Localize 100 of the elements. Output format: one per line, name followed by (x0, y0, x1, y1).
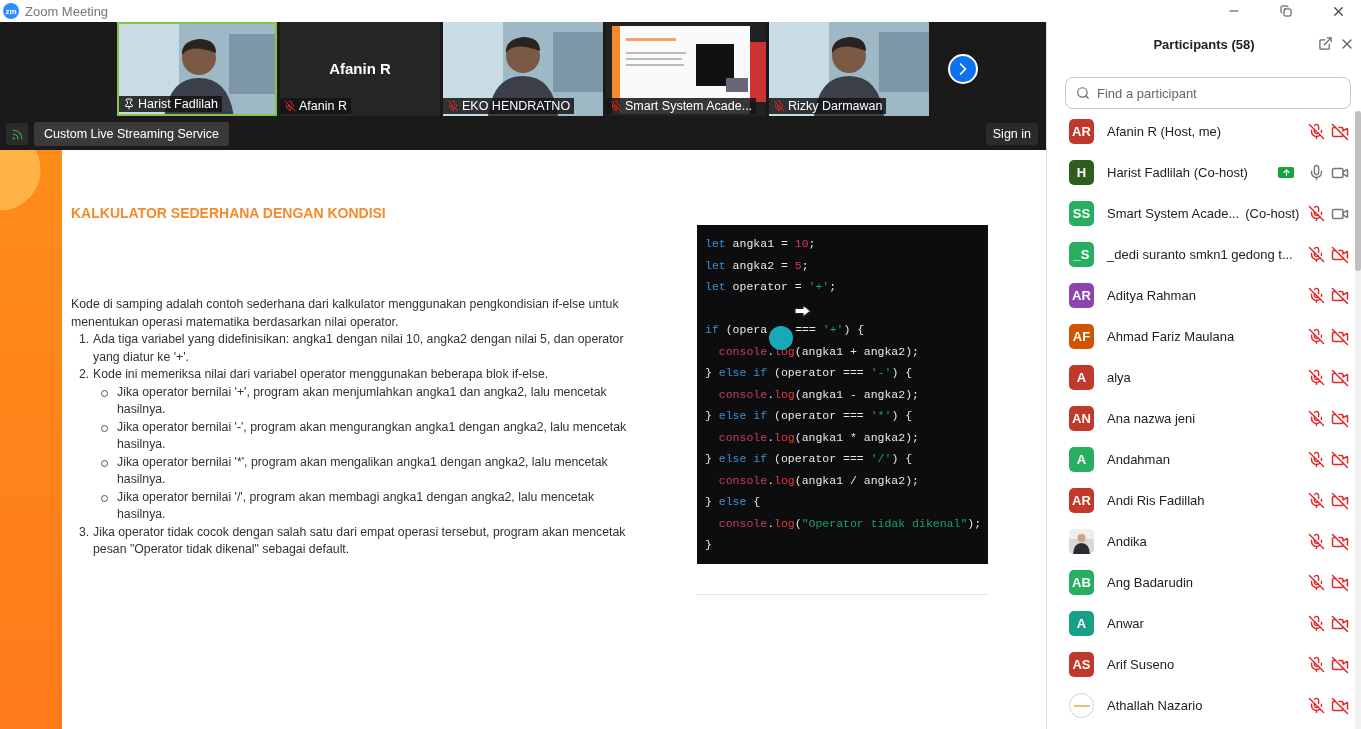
muted-mic-icon[interactable] (1308, 656, 1325, 673)
avatar: AN (1069, 406, 1094, 431)
step-number: 3. (79, 523, 91, 541)
mic-icon[interactable] (1308, 164, 1325, 181)
search-input[interactable]: Find a participant (1095, 84, 1350, 102)
muted-mic-icon[interactable] (1308, 205, 1325, 222)
avatar: AF (1069, 324, 1094, 349)
panel-title: Participants (58) (1153, 36, 1255, 52)
video-off-icon[interactable] (1331, 286, 1349, 305)
rss-icon (10, 127, 24, 141)
video-off-icon[interactable] (1331, 368, 1349, 387)
participant-name: Smart System Acade... (1107, 206, 1240, 221)
muted-mic-icon[interactable] (1308, 123, 1325, 140)
intro-text: Kode di samping adalah contoh sederhana dari kalkulator menggunakan pengkondisian if-else untuk menentukan operasi matematika berdasarkan nilai operator. (71, 296, 620, 331)
avatar: _S (1069, 242, 1094, 267)
participant-name: Harist Fadlilah (Co-host) (1107, 165, 1248, 180)
video-off-icon[interactable] (1331, 491, 1349, 510)
avatar: A (1069, 447, 1094, 472)
video-off-icon[interactable] (1331, 655, 1349, 674)
live-stream-button[interactable] (6, 123, 28, 145)
code-line: let angka1 = 10; (705, 236, 816, 252)
video-off-icon[interactable] (1331, 696, 1349, 715)
muted-mic-icon[interactable] (1308, 287, 1325, 304)
avatar: AR (1069, 488, 1094, 513)
code-line: } else { (705, 494, 761, 510)
video-off-icon[interactable] (1331, 327, 1349, 346)
code-line: console.log(angka1 / angka2); (717, 472, 919, 489)
code-line: } (705, 537, 712, 553)
avatar: A (1069, 365, 1094, 390)
video-off-icon[interactable] (1331, 245, 1349, 264)
participant-name: Afanin R (299, 99, 347, 113)
muted-mic-icon[interactable] (1308, 328, 1325, 345)
pointer-highlight (769, 326, 793, 350)
step-text: Kode ini memeriksa nilai dari variabel operator menggunakan beberapa blok if-else. (93, 366, 549, 383)
participant-name: Athallah Nazario (1107, 698, 1203, 713)
muted-mic-icon[interactable] (1308, 574, 1325, 591)
muted-mic-icon[interactable] (1308, 533, 1325, 550)
code-line: let angka2 = 5; (705, 257, 809, 274)
step-number: 2. (79, 366, 91, 383)
muted-mic-icon[interactable] (1308, 615, 1325, 632)
sign-in-button[interactable]: Sign in (985, 123, 1038, 145)
avatar: AR (1069, 119, 1094, 144)
bullet-text: Jika operator bernilai '-', program akan mengurangkan angka1 dengan angka2, lalu mencetak hasilnya. (117, 418, 628, 453)
participant-name: Smart System Acade... (625, 99, 753, 113)
search-field[interactable]: Find a participant (1065, 77, 1351, 109)
video-tile[interactable]: Afanin R Afanin R (280, 22, 440, 116)
next-page-button[interactable] (948, 54, 978, 84)
video-off-icon[interactable] (1331, 573, 1349, 592)
code-line: } else if (operator === '*') { (705, 408, 913, 424)
pop-out-icon[interactable] (1318, 36, 1333, 51)
muted-mic-icon[interactable] (1308, 369, 1325, 386)
step-text: Ada tiga variabel yang didefinisikan: angka1 dengan nilai 10, angka2 dengan nilai 5, dan operator yang diatur ke '+'. (93, 331, 625, 366)
participant-name: Aditya Rahman (1107, 288, 1196, 303)
participant-name: Ahmad Fariz Maulana (1107, 329, 1235, 344)
streaming-service-button[interactable]: Custom Live Streaming Service (34, 122, 230, 146)
participant-name: alya (1107, 370, 1131, 385)
step-text: Jika operator tidak cocok dengan salah satu dari empat operasi tersebut, program akan mencetak pesan "Operator tidak dikenal" sebagai default. (93, 523, 627, 558)
participant-name: Andika (1107, 534, 1147, 549)
code-line: console.log(angka1 * angka2); (717, 429, 919, 446)
video-off-icon[interactable] (1331, 122, 1349, 141)
code-line: console.log(angka1 - angka2); (717, 386, 919, 403)
participant-name: Afanin R (328, 60, 392, 77)
code-line: } else if (operator === '/') { (705, 451, 913, 467)
avatar: AS (1069, 652, 1094, 677)
participant-name: Harist Fadlilah (138, 97, 218, 111)
participant-name: Rizky Darmawan (788, 99, 883, 113)
video-tile[interactable]: Harist Fadlilah (117, 22, 277, 116)
avatar: AB (1069, 570, 1094, 595)
participant-name: Ana nazwa jeni (1107, 411, 1196, 426)
video-tile[interactable]: Rizky Darmawan (769, 22, 929, 116)
muted-mic-icon[interactable] (1308, 492, 1325, 509)
restore-icon[interactable] (1280, 5, 1292, 17)
video-off-icon[interactable] (1331, 614, 1349, 633)
code-line: console.log("Operator tidak dikenal"); (717, 515, 982, 532)
video-off-icon[interactable] (1331, 450, 1349, 469)
participant-name: EKO HENDRATNO (462, 99, 571, 113)
avatar: AR (1069, 283, 1094, 308)
muted-mic-icon[interactable] (1308, 246, 1325, 263)
scrollbar-thumb[interactable] (1355, 111, 1361, 271)
video-tile[interactable]: EKO HENDRATNO (443, 22, 603, 116)
participant-name: Ang Badarudin (1107, 575, 1193, 590)
video-off-icon[interactable] (1331, 409, 1349, 428)
slide-heading: KALKULATOR SEDERHANA DENGAN KONDISI (71, 205, 387, 221)
avatar: H (1069, 160, 1094, 185)
participant-name: Anwar (1107, 616, 1144, 631)
muted-mic-icon[interactable] (1308, 451, 1325, 468)
participant-role: (Co-host) (1245, 206, 1300, 221)
avatar: SS (1069, 201, 1094, 226)
participant-name: Andi Ris Fadillah (1107, 493, 1205, 508)
video-off-icon[interactable] (1331, 532, 1349, 551)
window-title: Zoom Meeting (25, 3, 110, 19)
code-line: let operator = '+'; (705, 279, 837, 295)
bullet-text: Jika operator bernilai '/', program akan membagi angka1 dengan angka2, lalu mencetak hasilnya. (117, 488, 596, 523)
muted-mic-icon[interactable] (1308, 410, 1325, 427)
muted-mic-icon[interactable] (1308, 697, 1325, 714)
code-line: } else if (operator === '-') { (705, 365, 913, 381)
participant-name: Andahman (1107, 452, 1170, 467)
app-logo: zm (3, 3, 19, 19)
search-icon (1076, 86, 1090, 100)
participant-name: Arif Suseno (1107, 657, 1175, 672)
